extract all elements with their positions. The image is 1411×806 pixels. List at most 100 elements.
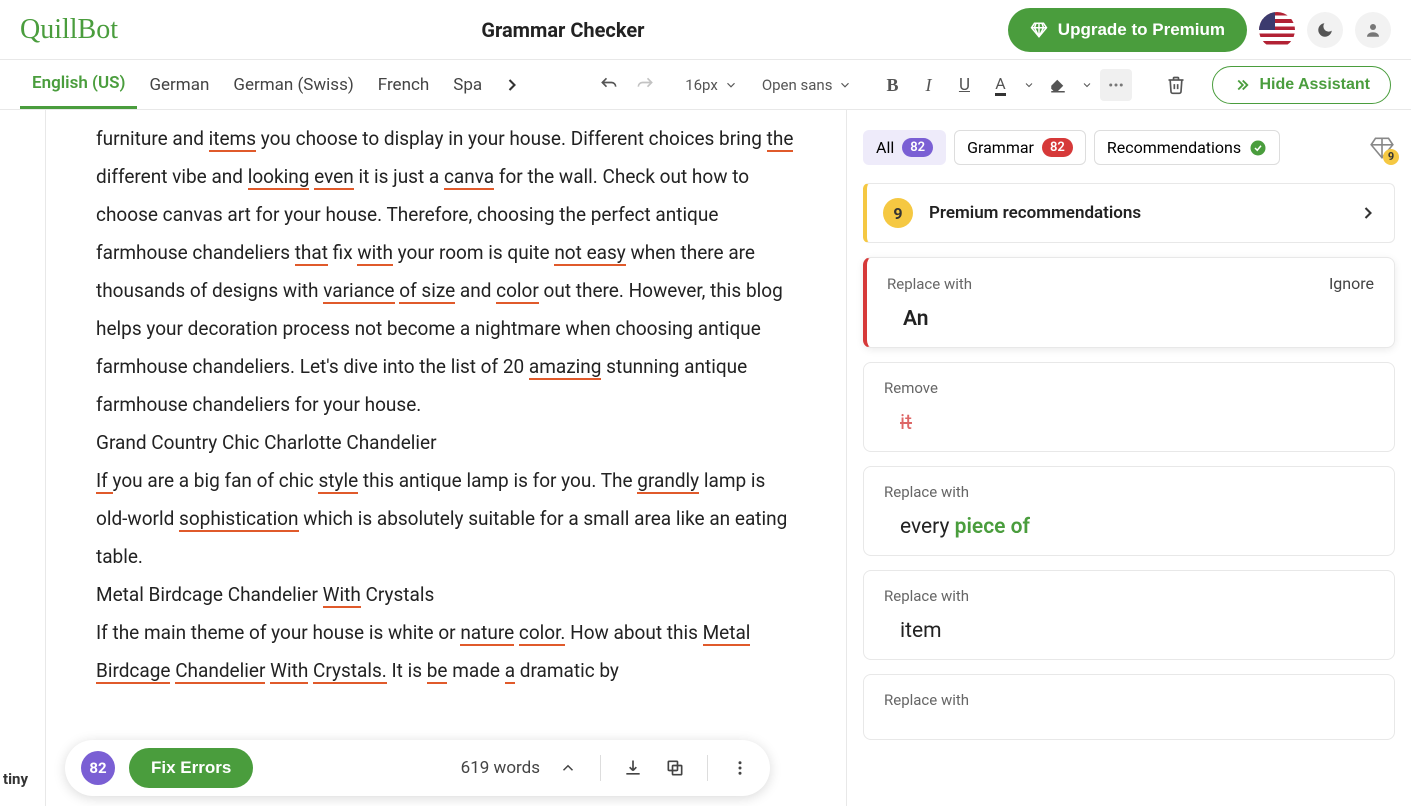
grammar-error[interactable]: a: [505, 659, 515, 684]
all-count-badge: 82: [902, 138, 933, 157]
grammar-error[interactable]: looking: [248, 165, 310, 190]
suggestion-label: Replace with: [884, 483, 969, 501]
grammar-error[interactable]: With: [270, 659, 308, 684]
grammar-error[interactable]: amazing: [529, 355, 602, 380]
grammar-error[interactable]: of size: [399, 279, 455, 304]
upgrade-premium-button[interactable]: Upgrade to Premium: [1008, 8, 1247, 52]
delete-button[interactable]: [1160, 69, 1192, 101]
divider: [707, 755, 708, 781]
suggestion-text[interactable]: it: [884, 411, 1374, 435]
editor-column: furniture and items you choose to displa…: [45, 110, 846, 806]
font-size-select[interactable]: 16px: [677, 76, 746, 94]
grammar-error[interactable]: color.: [519, 621, 566, 646]
copy-button[interactable]: [661, 758, 689, 778]
grammar-error[interactable]: be: [427, 659, 448, 684]
grammar-error[interactable]: items: [209, 127, 256, 152]
grammar-error[interactable]: nature: [460, 621, 514, 646]
fix-errors-button[interactable]: Fix Errors: [129, 748, 253, 788]
chevron-right-icon: [1358, 203, 1378, 223]
suggestion-text[interactable]: item: [884, 619, 1374, 643]
grammar-error[interactable]: even: [314, 165, 354, 190]
lang-tab-english-us[interactable]: English (US): [20, 60, 137, 109]
ignore-button[interactable]: Ignore: [1329, 274, 1374, 293]
grammar-error[interactable]: the: [767, 127, 794, 152]
check-circle-icon: [1249, 139, 1267, 157]
premium-recommendations-banner[interactable]: 9 Premium recommendations: [863, 183, 1395, 243]
font-family-select[interactable]: Open sans: [754, 76, 861, 94]
tiny-label: tiny: [3, 770, 28, 788]
editor-content[interactable]: furniture and items you choose to displa…: [46, 110, 846, 750]
account-button[interactable]: [1355, 12, 1391, 48]
more-options-button[interactable]: [726, 759, 754, 777]
grammar-error[interactable]: variance: [323, 279, 394, 304]
underline-button[interactable]: U: [948, 69, 980, 101]
grammar-error[interactable]: Birdcage: [96, 659, 170, 684]
filter-row: All 82 Grammar 82 Recommendations 9: [863, 130, 1395, 165]
word-count: 619 words: [461, 758, 540, 778]
grammar-error[interactable]: Crystals.: [313, 659, 387, 684]
redo-button[interactable]: [629, 69, 661, 101]
chevron-down-icon: [724, 78, 738, 92]
italic-button[interactable]: I: [912, 69, 944, 101]
grammar-error[interactable]: color: [496, 279, 539, 304]
error-count-circle[interactable]: 82: [81, 751, 115, 785]
suggestion-card[interactable]: Replace with every piece of: [863, 466, 1395, 556]
highlight-button[interactable]: [1042, 69, 1074, 101]
dots-vertical-icon: [731, 759, 749, 777]
download-button[interactable]: [619, 758, 647, 778]
copy-icon: [665, 758, 685, 778]
header: QuillBot Grammar Checker Upgrade to Prem…: [0, 0, 1411, 60]
filter-all[interactable]: All 82: [863, 130, 946, 165]
moon-icon: [1316, 21, 1334, 39]
undo-button[interactable]: [593, 69, 625, 101]
highlighter-icon: [1049, 76, 1067, 94]
language-flag-us[interactable]: [1259, 12, 1295, 48]
editor-heading: Grand Country Chic Charlotte Chandelier: [96, 424, 796, 462]
filter-recommendations[interactable]: Recommendations: [1094, 130, 1280, 165]
suggestion-card[interactable]: Replace with Ignore An: [863, 257, 1395, 348]
text-color-button[interactable]: A: [984, 69, 1016, 101]
grammar-error[interactable]: style: [318, 469, 358, 494]
suggestion-text[interactable]: An: [887, 307, 1374, 331]
suggestion-label: Remove: [884, 379, 938, 397]
grammar-error[interactable]: canva: [444, 165, 494, 190]
grammar-error[interactable]: with: [357, 241, 393, 266]
dark-mode-toggle[interactable]: [1307, 12, 1343, 48]
collapse-button[interactable]: [554, 759, 582, 777]
suggestion-label: Replace with: [887, 275, 972, 293]
grammar-error[interactable]: With: [323, 583, 361, 608]
grammar-error[interactable]: sophistication: [179, 507, 298, 532]
chevron-down-icon: [838, 78, 852, 92]
page-title: Grammar Checker: [118, 18, 1008, 42]
grammar-error[interactable]: If: [96, 469, 113, 494]
grammar-error[interactable]: Metal: [703, 621, 751, 646]
filter-grammar[interactable]: Grammar 82: [954, 130, 1086, 165]
suggestion-card[interactable]: Replace with: [863, 674, 1395, 740]
suggestion-text[interactable]: every piece of: [884, 515, 1374, 539]
grammar-error[interactable]: not easy: [554, 241, 625, 266]
lang-tab-german[interactable]: German: [137, 60, 221, 109]
suggestion-card[interactable]: Remove it: [863, 362, 1395, 452]
suggestion-label: Replace with: [884, 587, 969, 605]
double-chevron-right-icon: [1233, 76, 1251, 94]
hide-assistant-button[interactable]: Hide Assistant: [1212, 66, 1391, 104]
header-actions: Upgrade to Premium: [1008, 8, 1391, 52]
grammar-error[interactable]: that: [295, 241, 328, 266]
suggestion-card[interactable]: Replace with item: [863, 570, 1395, 660]
text-color-dropdown[interactable]: [1020, 69, 1038, 101]
highlight-dropdown[interactable]: [1078, 69, 1096, 101]
redo-icon: [635, 75, 655, 95]
lang-tab-german-swiss[interactable]: German (Swiss): [221, 60, 365, 109]
bold-button[interactable]: B: [876, 69, 908, 101]
lang-tab-spanish[interactable]: Spa: [441, 60, 494, 109]
bottom-bar: 82 Fix Errors 619 words: [65, 740, 770, 796]
more-formatting-button[interactable]: [1100, 69, 1132, 101]
grammar-error[interactable]: Chandelier: [175, 659, 265, 684]
lang-scroll-right[interactable]: [502, 75, 522, 95]
premium-diamond-button[interactable]: 9: [1369, 135, 1395, 161]
chevron-up-icon: [559, 759, 577, 777]
lang-tab-french[interactable]: French: [366, 60, 441, 109]
grammar-error[interactable]: grandly: [637, 469, 699, 494]
premium-count-circle: 9: [883, 198, 913, 228]
logo[interactable]: QuillBot: [20, 14, 118, 46]
